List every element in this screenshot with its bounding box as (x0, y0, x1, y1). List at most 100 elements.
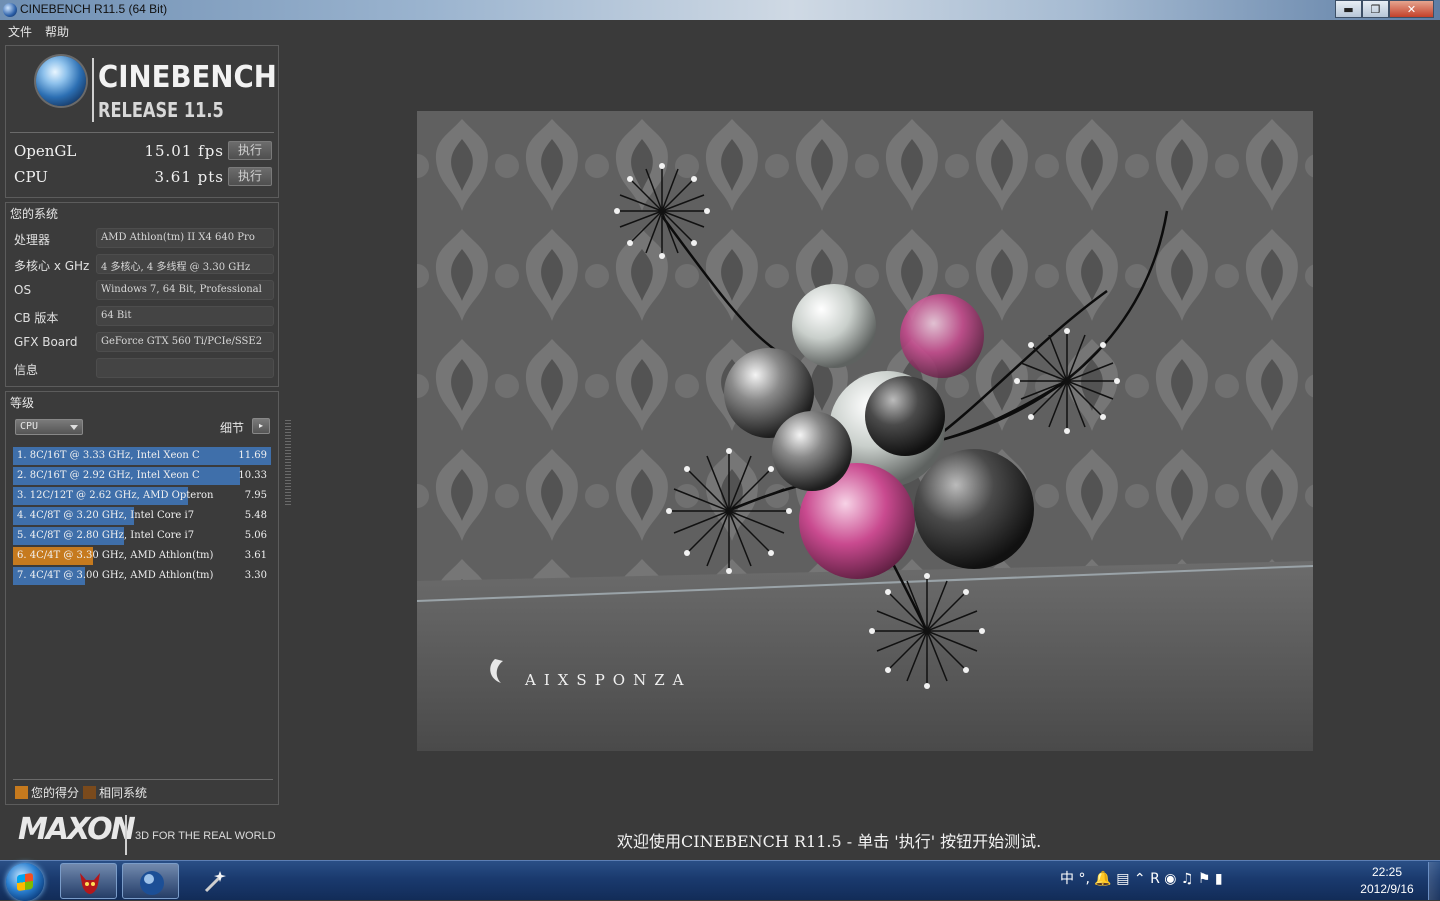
logo-score-panel: CINEBENCH RELEASE 11.5 OpenGL 15.01 fps … (5, 45, 279, 198)
system-row-cb-version: CB 版本 64 Bit (12, 305, 276, 327)
ranking-row-label: 6. 4C/4T @ 3.30 GHz, AMD Athlon(tm) (17, 550, 214, 561)
system-key: 处理器 (14, 233, 51, 247)
system-header: 您的系统 (10, 207, 59, 221)
cpu-value: 3.61 pts (154, 168, 224, 186)
system-value: AMD Athlon(tm) II X4 640 Pro (96, 228, 274, 248)
chevron-down-icon (70, 425, 78, 430)
ranking-row-score: 11.69 (238, 450, 267, 461)
system-value: 4 多核心, 4 多线程 @ 3.30 GHz (96, 254, 274, 274)
logo-release: RELEASE 11.5 (98, 98, 224, 122)
ranking-row-score: 5.06 (244, 530, 267, 541)
ranking-row-score: 3.30 (244, 570, 267, 581)
menu-bar: 文件 帮助 (0, 20, 1440, 41)
ranking-type-value: CPU (20, 421, 39, 432)
system-value: GeForce GTX 560 Ti/PCIe/SSE2 (96, 332, 274, 352)
window-controls: ▬ ❐ ✕ (1335, 0, 1434, 18)
logo-divider (92, 58, 94, 122)
opengl-score-row: OpenGL 15.01 fps 执行 (14, 141, 272, 161)
cpu-run-button[interactable]: 执行 (228, 167, 272, 186)
opengl-run-button[interactable]: 执行 (228, 141, 272, 160)
maxon-tagline: 3D FOR THE REAL WORLD (135, 830, 276, 842)
ranking-header: 等级 (10, 396, 35, 410)
demon-app-icon (80, 873, 100, 894)
your-score-swatch (15, 786, 28, 799)
logo-title: CINEBENCH (98, 60, 277, 95)
ranking-row-score: 3.61 (244, 550, 267, 561)
taskbar (0, 860, 1440, 901)
taskbar-app-3[interactable] (186, 863, 243, 899)
ranking-row-label: 5. 4C/8T @ 2.80 GHz, Intel Core i7 (17, 530, 195, 541)
ranking-row[interactable]: 5. 4C/8T @ 2.80 GHz, Intel Core i7 5.06 (13, 526, 271, 546)
taskbar-cinebench[interactable] (122, 863, 179, 899)
divider (13, 779, 273, 780)
clock[interactable]: 22:25 2012/9/16 (1352, 864, 1422, 898)
detail-label: 细节 (220, 421, 245, 435)
svg-text:AIXSPONZA: AIXSPONZA (524, 671, 691, 689)
ranking-row-label: 3. 12C/12T @ 2.62 GHz, AMD Opteron (17, 490, 214, 501)
title-bar[interactable]: CINEBENCH R11.5 (64 Bit) ▬ ❐ ✕ (0, 0, 1440, 20)
show-desktop-button[interactable] (1428, 862, 1440, 900)
legend-similar-system: 相同系统 (99, 786, 148, 800)
ranking-row-label: 2. 8C/16T @ 2.92 GHz, Intel Xeon C (17, 470, 200, 481)
ranking-row-score: 7.95 (244, 490, 267, 501)
legend-your-score: 您的得分 (31, 786, 80, 800)
ranking-row-label: 4. 4C/8T @ 3.20 GHz, Intel Core i7 (17, 510, 195, 521)
system-tray[interactable]: 中 °, 🔔 ▤ ⌃ R ◉ ♫ ⚑ ▮ (1060, 868, 1223, 888)
ranking-row[interactable]: 6. 4C/4T @ 3.30 GHz, AMD Athlon(tm) 3.61 (13, 546, 271, 566)
system-row-gfx: GFX Board GeForce GTX 560 Ti/PCIe/SSE2 (12, 331, 276, 353)
clock-time: 22:25 (1371, 865, 1403, 879)
magic-wand-icon (204, 871, 226, 893)
system-key: GFX Board (14, 335, 78, 349)
system-row-processor: 处理器 AMD Athlon(tm) II X4 640 Pro (12, 227, 276, 249)
windows-logo-icon (17, 872, 33, 892)
ranking-row[interactable]: 2. 8C/16T @ 2.92 GHz, Intel Xeon C 10.33 (13, 466, 271, 486)
ranking-panel: 等级 CPU 细节 ▸ 1. 8C/16T @ 3.33 GHz, Intel … (5, 391, 279, 805)
ranking-row-label: 7. 4C/4T @ 3.00 GHz, AMD Athlon(tm) (17, 570, 214, 581)
cpu-label: CPU (14, 168, 48, 186)
system-key: 多核心 x GHz (14, 259, 90, 273)
system-key: OS (14, 283, 32, 297)
system-panel: 您的系统 处理器 AMD Athlon(tm) II X4 640 Pro 多核… (5, 202, 279, 387)
opengl-value: 15.01 fps (144, 142, 224, 160)
status-message: 欢迎使用CINEBENCH R11.5 - 单击 '执行' 按钮开始测试. (617, 832, 1042, 851)
ranking-row[interactable]: 4. 4C/8T @ 3.20 GHz, Intel Core i7 5.48 (13, 506, 271, 526)
maxon-divider (125, 815, 127, 855)
system-row-info: 信息 (12, 357, 276, 379)
ranking-type-dropdown[interactable]: CPU (15, 419, 83, 435)
render-preview-image: AIXSPONZA (417, 111, 1313, 751)
opengl-label: OpenGL (14, 142, 77, 160)
cinebench-taskbar-icon (140, 871, 164, 895)
system-value: 64 Bit (96, 306, 274, 326)
panel-resize-handle[interactable] (285, 420, 291, 505)
ranking-row-score: 10.33 (238, 470, 267, 481)
ranking-row-score: 5.48 (244, 510, 267, 521)
ranking-list: 1. 8C/16T @ 3.33 GHz, Intel Xeon C 11.69 2… (13, 446, 271, 586)
close-button[interactable]: ✕ (1389, 0, 1434, 18)
ranking-legend: 您的得分 相同系统 (15, 784, 147, 801)
menu-file[interactable]: 文件 (8, 23, 32, 40)
cpu-score-row: CPU 3.61 pts 执行 (14, 167, 272, 187)
system-row-cores: 多核心 x GHz 4 多核心, 4 多线程 @ 3.30 GHz (12, 253, 276, 275)
minimize-button[interactable]: ▬ (1335, 0, 1362, 18)
system-row-os: OS Windows 7, 64 Bit, Professional (12, 279, 276, 301)
cinebench-logo-icon (36, 56, 86, 106)
info-field[interactable] (96, 358, 274, 378)
divider (10, 132, 274, 133)
ranking-row[interactable]: 1. 8C/16T @ 3.33 GHz, Intel Xeon C 11.69 (13, 446, 271, 466)
maxon-logo: MAXON (18, 812, 136, 847)
ranking-row[interactable]: 3. 12C/12T @ 2.62 GHz, AMD Opteron 7.95 (13, 486, 271, 506)
restore-button[interactable]: ❐ (1362, 0, 1389, 18)
window-title: CINEBENCH R11.5 (64 Bit) (20, 2, 168, 16)
cinebench-app-icon (3, 3, 17, 17)
detail-button[interactable]: ▸ (252, 418, 270, 434)
system-key: CB 版本 (14, 311, 59, 325)
ranking-row[interactable]: 7. 4C/4T @ 3.00 GHz, AMD Athlon(tm) 3.30 (13, 566, 271, 586)
system-key: 信息 (14, 363, 39, 377)
system-value: Windows 7, 64 Bit, Professional (96, 280, 274, 300)
clock-date: 2012/9/16 (1360, 882, 1414, 896)
similar-system-swatch (83, 786, 97, 799)
menu-help[interactable]: 帮助 (45, 23, 69, 40)
render-scene: AIXSPONZA (417, 111, 1313, 751)
taskbar-app-1[interactable] (60, 863, 117, 899)
start-button[interactable] (6, 863, 44, 901)
